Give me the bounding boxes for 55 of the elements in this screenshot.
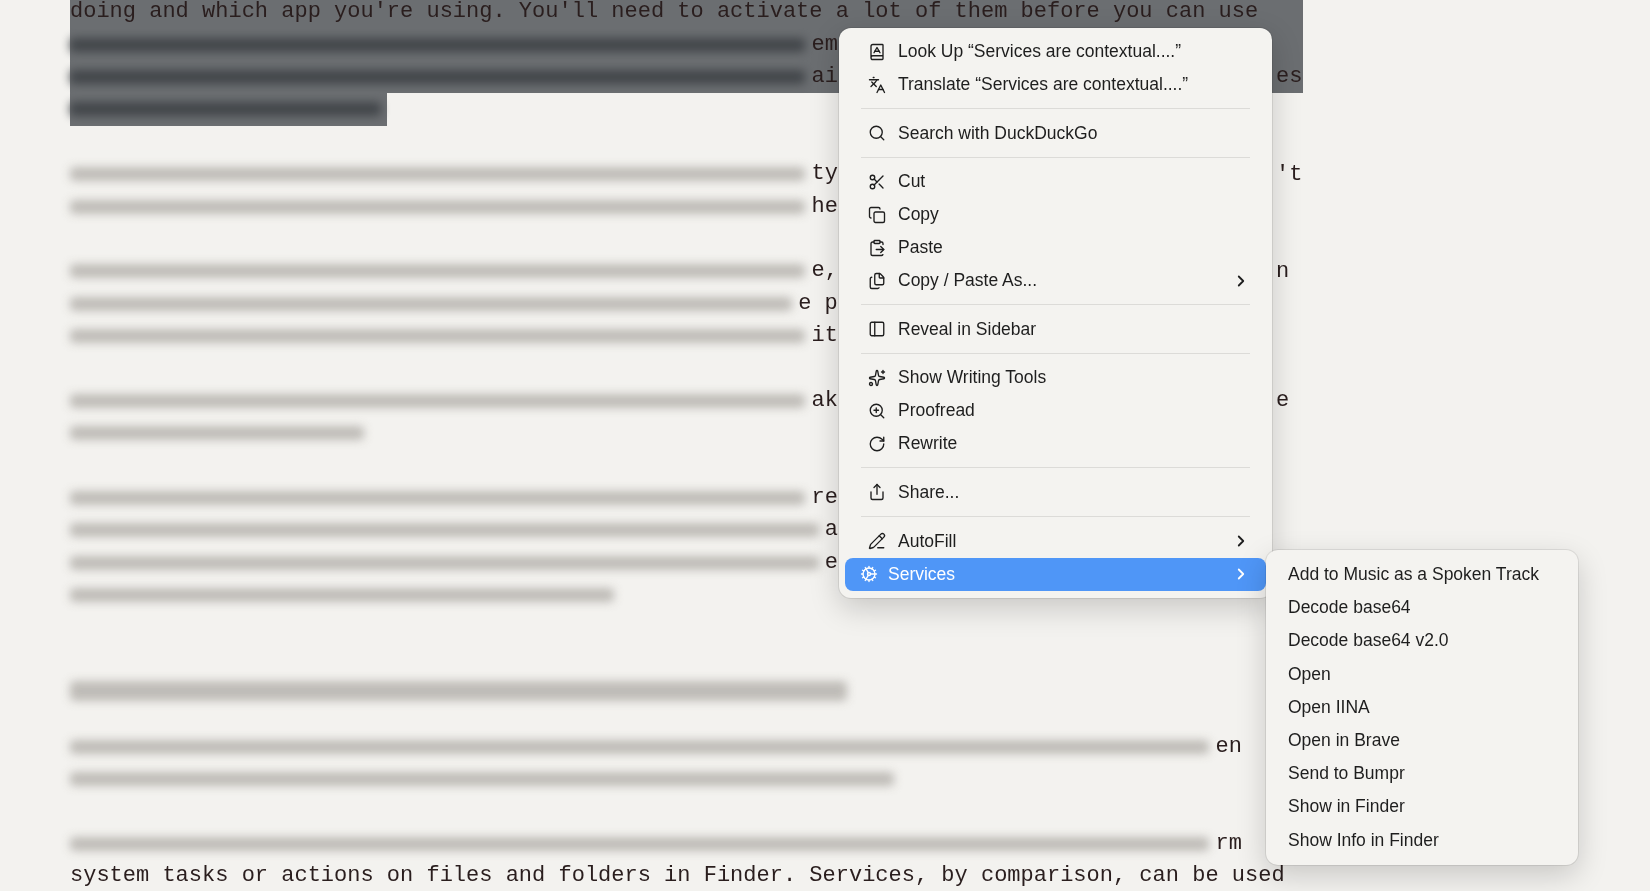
menu-item[interactable]: Search with DuckDuckGo [845, 116, 1266, 150]
sparkle-icon [868, 368, 886, 387]
text-fragment: e [824, 551, 838, 574]
menu-item[interactable]: Paste [845, 231, 1266, 265]
menu-item[interactable]: Decode base64 [1272, 591, 1572, 625]
gear-icon [860, 565, 878, 584]
menu-item[interactable]: Rewrite [845, 427, 1266, 461]
menu-item[interactable]: Send to Bumpr [1272, 757, 1572, 791]
menu-item[interactable]: Translate “Services are contextual....” [845, 68, 1266, 101]
menu-item[interactable]: AutoFill [845, 524, 1266, 558]
clipboard-icon [868, 238, 886, 257]
text-fragment: re [811, 487, 838, 510]
documents-icon [868, 271, 886, 290]
search-icon [868, 124, 886, 143]
sidebar-icon [868, 320, 886, 339]
scissors-icon [868, 172, 886, 191]
menu-item[interactable]: Show Info in Finder [1272, 823, 1572, 857]
share-icon [868, 483, 886, 502]
menu-item[interactable]: Cut [845, 165, 1266, 199]
text-fragment: n [1276, 258, 1290, 284]
menu-item[interactable]: Open IINA [1272, 690, 1572, 724]
menu-item[interactable]: Reveal in Sidebar [845, 312, 1266, 346]
text-fragment: ty [811, 163, 838, 186]
text-fragment: a [824, 519, 838, 542]
menu-item[interactable]: Open [1272, 657, 1572, 691]
menu-item[interactable]: Copy / Paste As... [845, 264, 1266, 298]
menu-item[interactable]: Decode base64 v2.0 [1272, 624, 1572, 658]
menu-item[interactable]: Show in Finder [1272, 790, 1572, 824]
menu-item[interactable]: Look Up “Services are contextual....” [845, 35, 1266, 68]
copy-icon [868, 205, 886, 224]
circular-arrow-icon [868, 434, 886, 453]
document-text: system tasks or actions on files and folders in Finder. Services, by comparison, can be used [70, 865, 1285, 888]
menu-item[interactable]: Add to Music as a Spoken Track [1272, 558, 1572, 592]
text-fragment: e [1276, 388, 1290, 414]
magnifier-icon [868, 401, 886, 420]
book-icon [868, 42, 886, 61]
text-fragment: em [811, 33, 838, 56]
text-fragment: e, [811, 260, 838, 283]
text-fragment: ak [811, 389, 838, 412]
menu-item[interactable]: Share... [845, 475, 1266, 509]
text-fragment: he [811, 195, 838, 218]
menu-item[interactable]: Show Writing Tools [845, 361, 1266, 395]
menu-item[interactable]: Open in Brave [1272, 723, 1572, 758]
text-fragment: 't [1276, 161, 1303, 187]
text-fragment: it [811, 325, 838, 348]
text-fragment: e p [798, 292, 838, 315]
menu-item[interactable]: Proofread [845, 394, 1266, 428]
translate-icon [868, 75, 886, 94]
text-fragment: rm [1215, 832, 1242, 855]
text-fragment: es [1276, 64, 1303, 90]
menu-item[interactable]: Copy [845, 198, 1266, 232]
pencil-icon [868, 532, 886, 551]
text-fragment: ai [811, 65, 838, 88]
document-text: doing and which app you're using. You'll need to activate a lot of them before you can use [70, 1, 1259, 24]
text-fragment: en [1215, 735, 1242, 758]
